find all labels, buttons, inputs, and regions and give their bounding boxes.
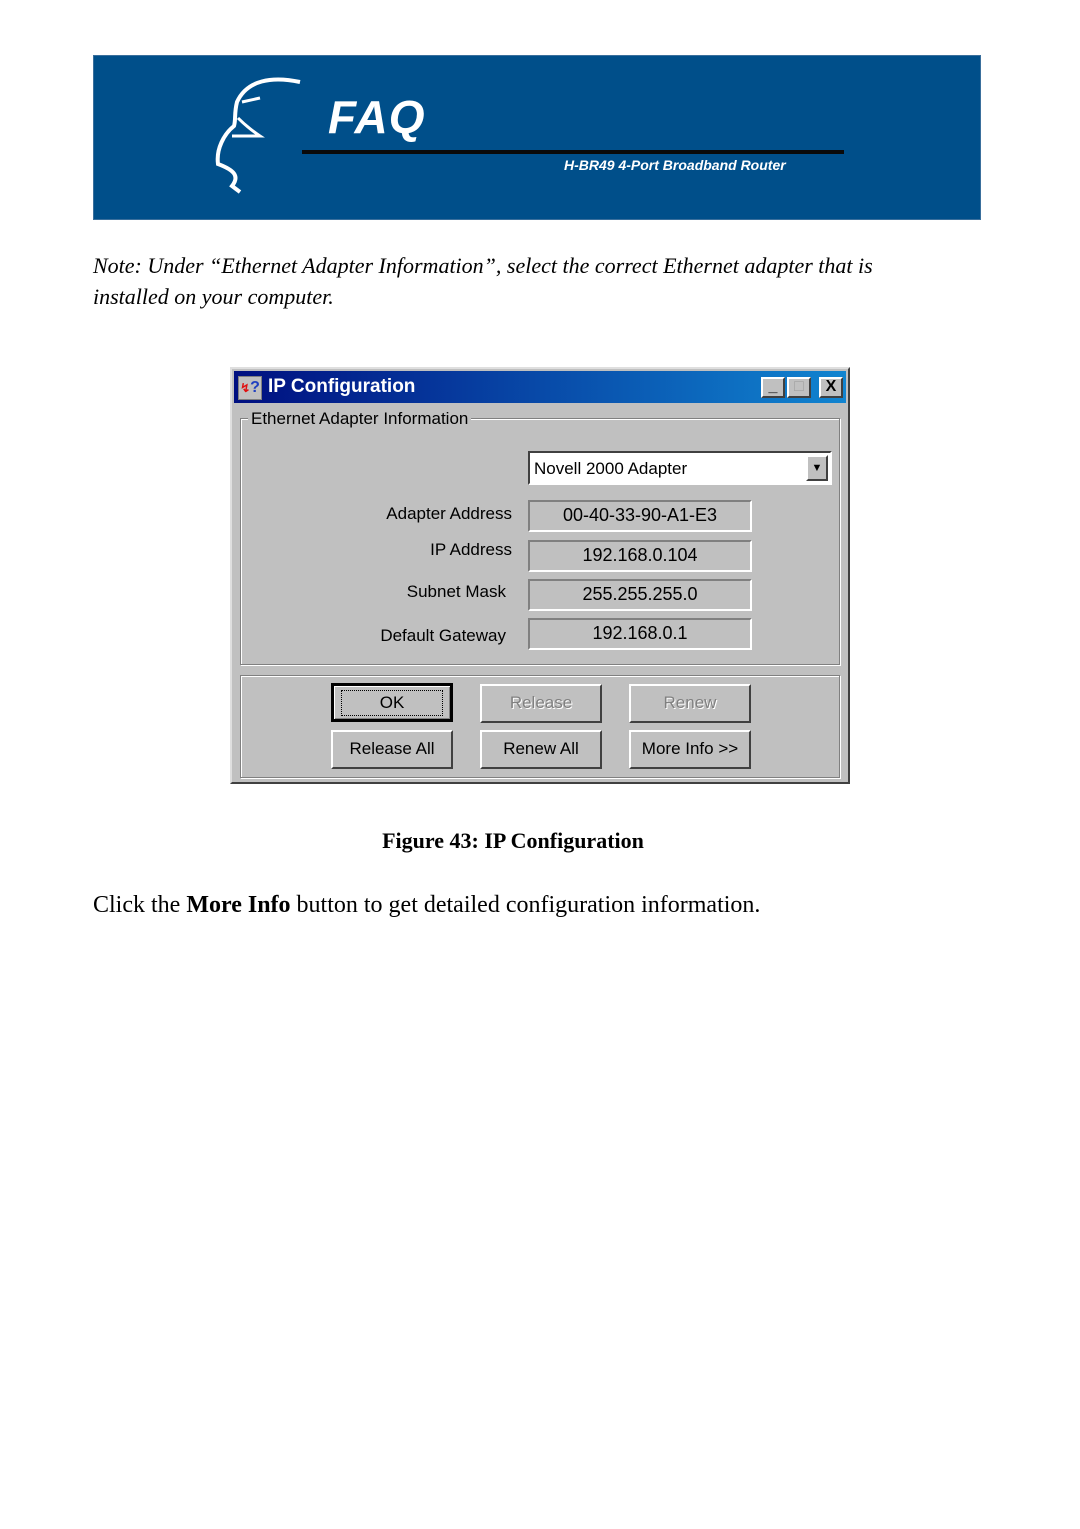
adapter-select[interactable]: Novell 2000 Adapter ▼ [528,451,832,485]
more-info-button[interactable]: More Info >> [629,730,751,769]
instruction-text: Click the More Info button to get detail… [93,892,760,919]
banner-product: H-BR49 4-Port Broadband Router [564,157,786,173]
ok-label: OK [340,690,444,716]
default-gateway-label: Default Gateway [380,626,506,645]
note-text: Note: Under “Ethernet Adapter Informatio… [93,253,873,309]
minimize-button[interactable]: _ [761,377,785,398]
instruction-bold: More Info [186,892,291,918]
group-label: Ethernet Adapter Information [248,409,472,429]
title-bar[interactable]: ↯? IP Configuration _ □ X [234,371,846,403]
figure-caption: Figure 43: IP Configuration [0,828,1080,854]
banner-rule [302,150,844,154]
ip-address-label: IP Address [430,540,512,559]
ip-configuration-window: ↯? IP Configuration _ □ X Ethernet Adapt… [230,367,850,784]
ok-button[interactable]: OK [331,683,453,722]
faq-banner: FAQ H-BR49 4-Port Broadband Router [93,55,981,220]
window-title: IP Configuration [268,376,416,397]
instruction-suffix: button to get detailed configuration inf… [290,892,761,918]
subnet-mask-value: 255.255.255.0 [528,579,752,611]
chevron-down-icon[interactable]: ▼ [806,455,828,481]
adapter-address-value: 00-40-33-90-A1-E3 [528,500,752,532]
figure-caption-text: Figure 43: IP Configuration [382,828,644,853]
renew-button[interactable]: Renew [629,684,751,723]
instruction-prefix: Click the [93,892,187,918]
close-button[interactable]: X [819,377,843,398]
default-gateway-value: 192.168.0.1 [528,618,752,650]
release-all-button[interactable]: Release All [331,730,453,769]
adapter-address-label: Adapter Address [386,504,512,523]
maximize-button[interactable]: □ [787,377,811,398]
renew-all-button[interactable]: Renew All [480,730,602,769]
release-button[interactable]: Release [480,684,602,723]
subnet-mask-label: Subnet Mask [406,582,506,601]
eagle-logo-icon [215,77,301,194]
banner-title: FAQ [328,91,426,143]
ip-address-value: 192.168.0.104 [528,540,752,572]
adapter-select-value: Novell 2000 Adapter [534,459,688,478]
ipconfig-icon[interactable]: ↯? [238,376,262,400]
